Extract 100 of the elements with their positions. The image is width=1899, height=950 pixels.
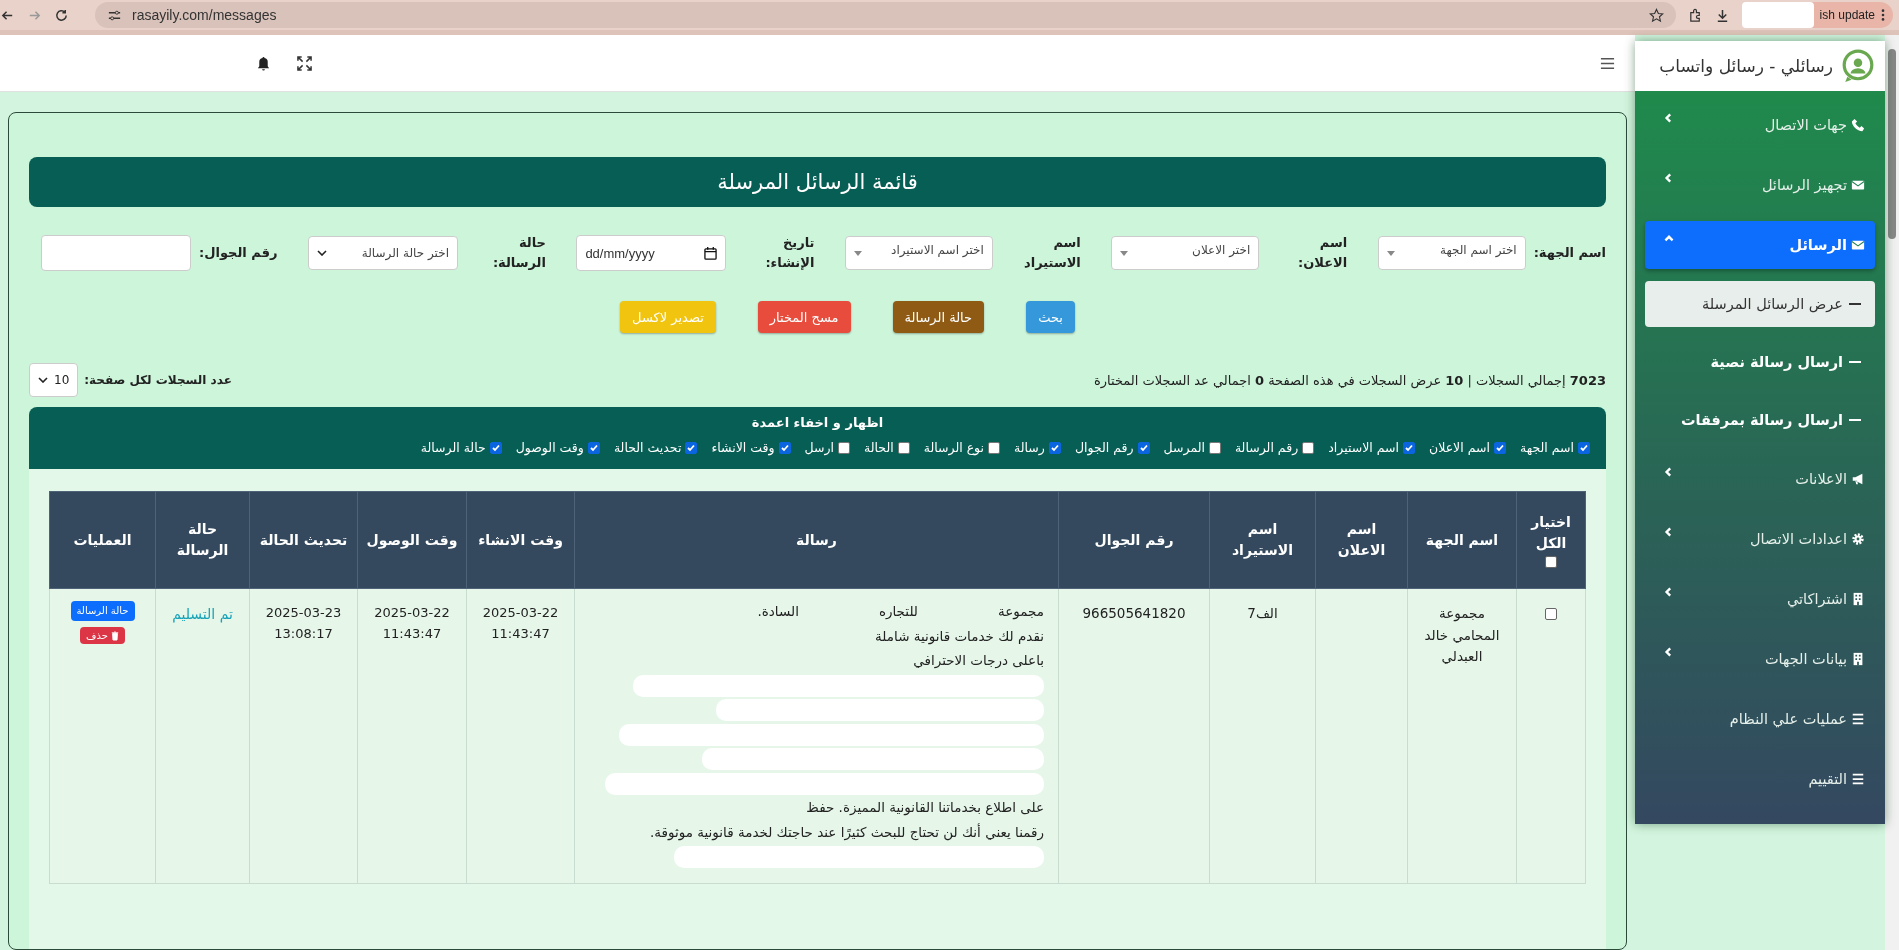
column-toggle[interactable]: حالة الرسالة [420,440,502,456]
bell-icon[interactable] [256,55,271,71]
building-icon [1851,652,1865,666]
checkbox[interactable] [1208,441,1221,454]
checkbox[interactable] [1493,441,1506,454]
column-toggle[interactable]: رقم الرسالة [1234,440,1315,456]
filter-label: حالة الرسالة: [491,234,546,273]
filter-label: تاريخ الإنشاء: [764,234,815,273]
filter-label: اسم الاستيراد [1023,234,1081,273]
column-toggle[interactable]: نوع الرسالة [923,440,1001,456]
date-field[interactable]: dd/mm/yyyy [576,235,727,272]
page-title: قائمة الرسائل المرسلة [29,157,1606,207]
action-button[interactable]: حالة الرسالة [892,301,985,334]
envelope-icon [1851,238,1865,252]
select-field[interactable]: اختر الاعلان [1111,236,1260,271]
input-field[interactable] [41,235,192,272]
address-bar[interactable]: rasayily.com/messages [95,2,1676,28]
envelope-icon [1851,178,1865,192]
filter-label: اسم الاعلان: [1297,234,1348,273]
column-toggle[interactable]: وقت الانشاء [711,440,791,456]
chevron-down-icon [38,377,48,384]
checkbox[interactable] [1302,441,1315,454]
select-field[interactable]: اختر اسم الجهة [1377,236,1526,271]
select-all-checkbox[interactable] [1545,556,1557,569]
page-size-select[interactable]: 10 [29,363,79,398]
row-checkbox[interactable] [1545,608,1557,621]
checkbox[interactable] [1403,441,1415,454]
column-toggle[interactable]: رقم الجوال [1074,440,1150,456]
table-header: وقت الانشاء [466,491,575,589]
column-toggle[interactable]: اسم الجهة [1519,440,1590,456]
message-text: على اطلاع بخدماتنا القانونية المميزة. حفظ [806,798,1044,818]
table-header: حالة الرسالة [155,491,250,589]
table-cell: 966505641820 [1058,588,1210,884]
table-header: وقت الوصول [357,491,467,589]
dropdown-arrow-icon [1120,251,1129,257]
table-header: اسم الاستيراد [1209,491,1316,589]
menu-item[interactable]: عمليات علي النظام [1645,695,1875,743]
bars-icon [1851,712,1865,726]
submenu-item[interactable]: عرض الرسائل المرسلة [1645,281,1875,327]
checkbox[interactable] [1137,441,1150,454]
checkbox[interactable] [587,441,600,454]
select-field[interactable]: اختر اسم الاستيراد [844,236,993,271]
building-icon [1851,592,1865,606]
select-field[interactable]: اختر حالة الرسالة [307,236,458,271]
menu-item[interactable]: تجهيز الرسائل [1645,161,1875,209]
update-button[interactable]: ish update [1741,2,1893,28]
page-size-label: عدد السجلات لكل صفحة: [84,373,232,388]
status-button[interactable]: حالة الرسالة [70,601,135,622]
submenu-item[interactable]: ارسال رسالة نصية [1645,339,1875,385]
trash-icon [110,630,119,641]
menu-item[interactable]: اشتراكاتي [1645,575,1875,623]
delete-button[interactable]: حذف [80,627,125,645]
table-header: رسالة [574,491,1059,589]
menu-item[interactable]: التقييم [1645,755,1875,803]
menu-item[interactable]: الاعلانات [1645,455,1875,503]
table-cell: تم التسليم [155,588,250,884]
menu-item[interactable]: اعدادات الاتصال [1645,515,1875,563]
message-text: نقدم لك خدمات قانونية شاملة [875,626,1044,647]
checkbox[interactable] [685,441,698,454]
menu-item[interactable]: الرسائل [1645,221,1875,269]
table-header: تحديث الحالة [249,491,358,589]
column-toggle[interactable]: اسم الاستيراد [1328,440,1415,456]
table-cell: 2025-03-22 11:43:47 [466,588,575,884]
calendar-icon[interactable] [704,246,718,260]
column-toggle[interactable]: رسالة [1014,440,1061,456]
table-header: اسم الجهة [1407,491,1517,589]
column-toggle[interactable]: اسم الاعلان [1429,440,1506,456]
filter-label: رقم الجوال: [199,244,278,263]
column-toggle[interactable]: وقت الوصول [515,440,600,456]
table-cell: 2025-03-22 11:43:47 [357,588,467,884]
table-cell: 2025-03-23 13:08:17 [249,588,358,884]
scrollbar[interactable] [1885,35,1899,950]
submenu-item[interactable]: ارسال رسالة بمرفقات [1645,397,1875,443]
dropdown-arrow-icon [1386,251,1395,257]
star-icon[interactable] [1648,7,1664,23]
checkbox[interactable] [1048,441,1061,454]
menu-icon[interactable] [1600,55,1615,71]
column-toggle[interactable]: المرسل [1163,440,1221,456]
checkbox[interactable] [778,441,791,454]
checkbox[interactable] [897,441,910,454]
column-toggle[interactable]: تحديث الحالة [613,440,698,456]
table-header: العمليات [49,491,156,589]
message-text: السادة. [757,602,799,622]
message-text: باعلى درجات الاحترافي [913,651,1044,671]
fullscreen-icon[interactable] [297,55,312,71]
menu-item[interactable]: جهات الاتصال [1645,101,1875,149]
reload-icon[interactable] [54,7,69,23]
table-cell: مجموعة المحامي خالد العبدلي [1407,588,1517,884]
extensions-icon[interactable] [1687,7,1703,23]
phone-icon [1851,118,1865,132]
action-button[interactable]: مسح المختار [757,301,851,334]
checkbox[interactable] [489,441,502,454]
menu-item[interactable]: بيانات الجهات [1645,635,1875,683]
checkbox[interactable] [838,441,851,454]
more-icon[interactable] [1881,8,1885,22]
column-toggle[interactable]: الحالة [864,440,910,456]
checkbox[interactable] [988,441,1001,454]
column-toggle[interactable]: ارسل [804,440,851,456]
gear-icon [1851,532,1865,546]
checkbox[interactable] [1578,441,1590,454]
